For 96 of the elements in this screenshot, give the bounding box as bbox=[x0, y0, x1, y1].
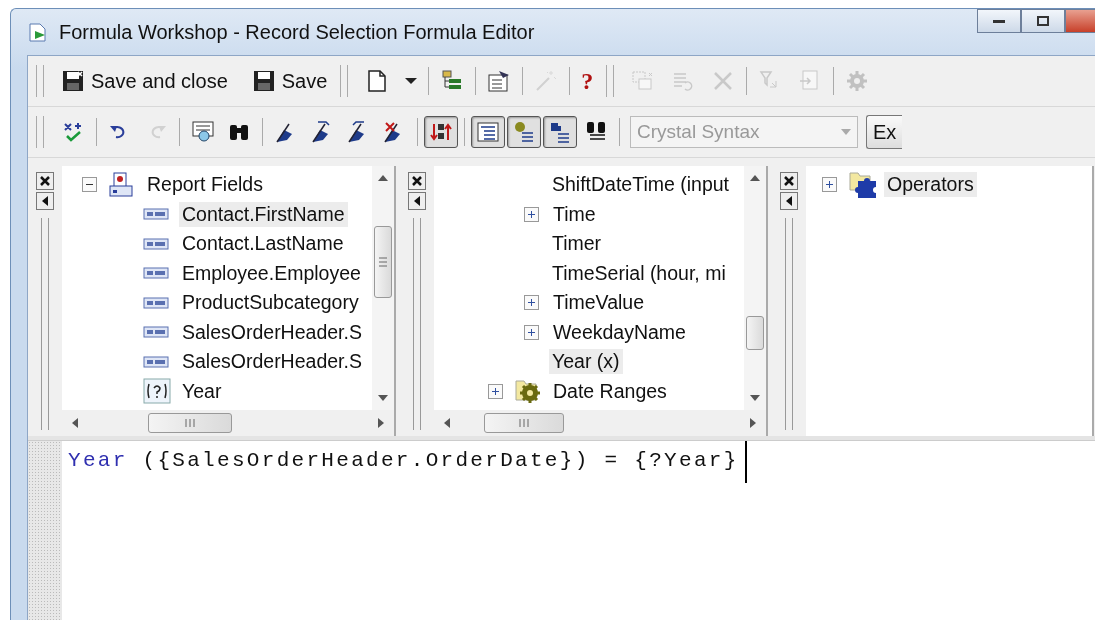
tree-item[interactable]: Operators bbox=[884, 172, 977, 198]
tree-item[interactable]: SalesOrderHeader.S bbox=[179, 349, 365, 375]
browse-data-icon bbox=[191, 120, 215, 144]
maximize-button[interactable] bbox=[1021, 9, 1065, 33]
vertical-scrollbar[interactable] bbox=[744, 166, 766, 410]
field-icon bbox=[143, 206, 169, 223]
toolbar-grip[interactable] bbox=[36, 65, 44, 97]
up-arrow-icon bbox=[750, 174, 760, 182]
tree-item[interactable]: Employee.Employee bbox=[179, 260, 364, 286]
toolbar-grip[interactable] bbox=[36, 116, 44, 148]
down-arrow-icon bbox=[750, 394, 760, 402]
plus-icon bbox=[527, 298, 536, 308]
pane-grip[interactable] bbox=[41, 218, 49, 430]
close-button[interactable] bbox=[408, 172, 426, 190]
tree-item[interactable]: ShiftDateTime (input bbox=[549, 172, 732, 198]
left-arrow-icon bbox=[444, 418, 450, 428]
scroll-thumb[interactable] bbox=[148, 413, 232, 433]
horizontal-scrollbar[interactable] bbox=[62, 410, 394, 436]
tree-item[interactable]: Contact.FirstName bbox=[179, 201, 348, 227]
close-icon bbox=[784, 176, 794, 186]
report-icon bbox=[108, 171, 134, 198]
grip-icon bbox=[519, 419, 529, 427]
expander-toggle[interactable] bbox=[82, 177, 97, 193]
pane-grip[interactable] bbox=[413, 218, 421, 430]
caret-icon bbox=[841, 129, 851, 135]
right-arrow-icon bbox=[750, 418, 756, 428]
toolbar-grip[interactable] bbox=[340, 65, 349, 97]
expander-toggle[interactable] bbox=[488, 383, 503, 399]
field-icon bbox=[143, 353, 169, 370]
tree-item[interactable]: TimeValue bbox=[550, 290, 648, 316]
help-button[interactable]: ? bbox=[576, 63, 599, 99]
toolbar-button[interactable] bbox=[543, 116, 577, 148]
up-arrow-icon bbox=[378, 174, 388, 182]
puzzle-list-icon bbox=[548, 120, 572, 144]
left-arrow-icon bbox=[414, 196, 420, 206]
gear-icon bbox=[845, 69, 870, 93]
magic-wand-icon bbox=[534, 69, 559, 93]
pane-grip[interactable] bbox=[785, 218, 793, 430]
tree-item[interactable]: Date Ranges bbox=[550, 378, 670, 404]
expander-toggle[interactable] bbox=[822, 177, 837, 193]
toolbar-button[interactable] bbox=[471, 116, 505, 148]
plus-icon bbox=[527, 327, 536, 337]
tree-item[interactable]: Year bbox=[179, 378, 225, 404]
scroll-thumb[interactable] bbox=[374, 226, 392, 298]
field-icon bbox=[143, 324, 169, 341]
tree-item[interactable]: Year (x) bbox=[549, 349, 623, 375]
gear-list-icon bbox=[512, 120, 536, 144]
horizontal-scrollbar[interactable] bbox=[434, 410, 766, 436]
minimize-button[interactable] bbox=[977, 9, 1021, 33]
caret-icon bbox=[405, 78, 418, 84]
collapse-button[interactable] bbox=[780, 192, 798, 210]
plus-icon bbox=[825, 180, 834, 190]
window-title: Formula Workshop - Record Selection Formula Editor bbox=[59, 20, 536, 44]
tree-list-icon bbox=[476, 120, 500, 144]
tree-item[interactable]: ProductSubcategory bbox=[179, 290, 362, 316]
tree-item[interactable]: SalesOrderHeader.S bbox=[179, 319, 365, 345]
toolbar-button[interactable]: Ex bbox=[866, 115, 903, 149]
formula-code-line[interactable]: Year ({SalesOrderHeader.OrderDate}) = {?Year} bbox=[62, 441, 747, 483]
collapse-button[interactable] bbox=[36, 192, 54, 210]
expander-toggle[interactable] bbox=[524, 295, 539, 311]
left-arrow-icon bbox=[786, 196, 792, 206]
app-icon bbox=[27, 21, 49, 43]
field-icon bbox=[143, 235, 169, 252]
tree-item[interactable]: Report Fields bbox=[144, 172, 266, 198]
collapse-button[interactable] bbox=[408, 192, 426, 210]
plus-icon bbox=[491, 386, 500, 396]
expander-toggle[interactable] bbox=[524, 324, 539, 340]
down-arrow-icon bbox=[378, 394, 388, 402]
tree-item[interactable]: TimeSerial (hour, mi bbox=[549, 260, 729, 286]
close-button[interactable] bbox=[36, 172, 54, 190]
right-arrow-icon bbox=[378, 418, 384, 428]
scroll-thumb[interactable] bbox=[484, 413, 564, 433]
parameter-icon bbox=[143, 378, 171, 405]
close-icon bbox=[412, 176, 422, 186]
tree-item[interactable]: WeekdayName bbox=[550, 319, 689, 345]
close-icon bbox=[40, 176, 50, 186]
left-arrow-icon bbox=[42, 196, 48, 206]
scroll-thumb[interactable] bbox=[746, 316, 764, 350]
tree-item[interactable]: Timer bbox=[549, 231, 605, 257]
toolbar-button[interactable]: Save and close bbox=[56, 65, 233, 97]
plus-icon bbox=[527, 209, 536, 219]
tree-item[interactable]: Contact.LastName bbox=[179, 231, 347, 257]
grip-icon bbox=[379, 257, 387, 267]
expander-toggle[interactable] bbox=[524, 206, 539, 222]
vertical-scrollbar[interactable] bbox=[372, 166, 394, 410]
close-button[interactable] bbox=[780, 172, 798, 190]
grip-icon bbox=[185, 419, 195, 427]
tree-item[interactable]: Time bbox=[550, 201, 599, 227]
toolbar-grip[interactable] bbox=[606, 65, 615, 97]
toolbar-button[interactable] bbox=[424, 116, 458, 148]
field-icon bbox=[143, 294, 169, 311]
maximize-icon bbox=[1037, 16, 1049, 26]
left-arrow-icon bbox=[72, 418, 78, 428]
toolbar-button[interactable]: Save bbox=[246, 65, 333, 97]
field-icon bbox=[143, 265, 169, 282]
minimize-icon bbox=[993, 18, 1005, 24]
